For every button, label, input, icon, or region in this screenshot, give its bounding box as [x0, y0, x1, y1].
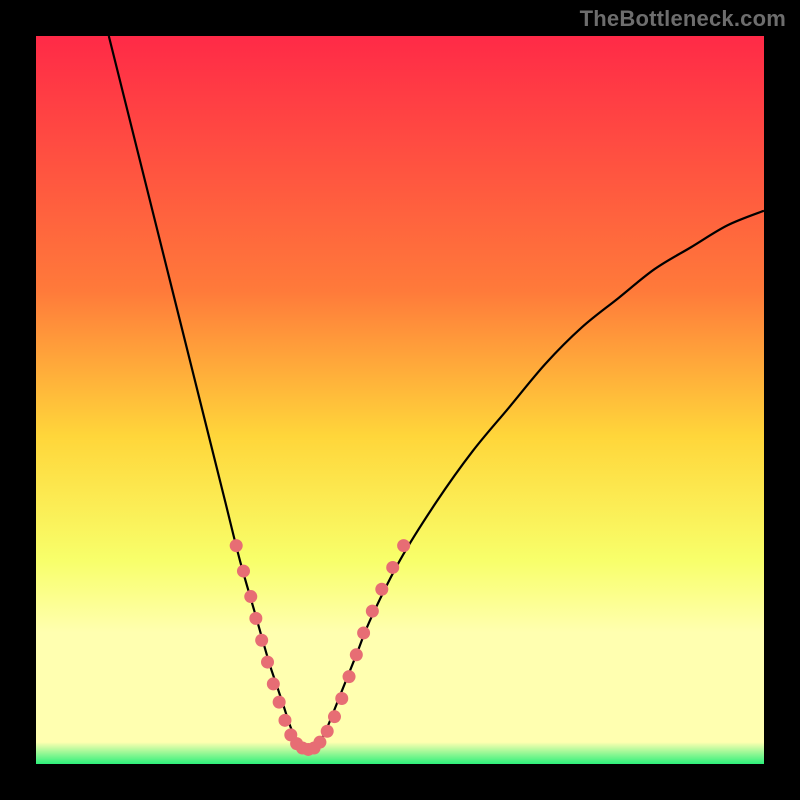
marker-dot	[255, 634, 268, 647]
chart-svg	[36, 36, 764, 764]
chart-frame: TheBottleneck.com	[0, 0, 800, 800]
marker-dot	[244, 590, 257, 603]
marker-dot	[249, 612, 262, 625]
marker-dot	[273, 696, 286, 709]
plot-area	[36, 36, 764, 764]
marker-dot	[267, 677, 280, 690]
marker-dot	[343, 670, 356, 683]
marker-dot	[230, 539, 243, 552]
marker-dot	[397, 539, 410, 552]
marker-dot	[375, 583, 388, 596]
marker-dot	[366, 605, 379, 618]
marker-dot	[321, 725, 334, 738]
highlight-markers	[230, 539, 410, 756]
marker-dot	[357, 626, 370, 639]
marker-dot	[350, 648, 363, 661]
marker-dot	[386, 561, 399, 574]
marker-dot	[313, 736, 326, 749]
watermark-text: TheBottleneck.com	[580, 6, 786, 32]
bottleneck-curve	[109, 36, 764, 750]
marker-dot	[278, 714, 291, 727]
marker-dot	[237, 565, 250, 578]
marker-dot	[328, 710, 341, 723]
marker-dot	[335, 692, 348, 705]
marker-dot	[261, 656, 274, 669]
